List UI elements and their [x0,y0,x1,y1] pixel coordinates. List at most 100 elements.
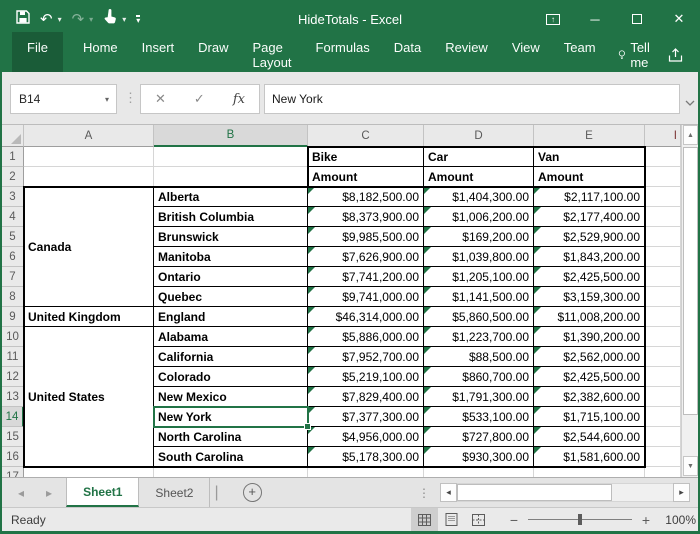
cell-I11[interactable] [645,347,681,367]
cell-B3[interactable]: Alberta [154,187,308,207]
vertical-scrollbar[interactable]: ▲ ▼ [681,125,698,477]
row-header-17[interactable]: 17 [2,467,24,477]
cell-I8[interactable] [645,287,681,307]
zoom-slider-handle[interactable] [578,514,582,525]
cell-B5[interactable]: Brunswick [154,227,308,247]
column-header-D[interactable]: D [424,125,534,147]
cell-A9[interactable]: United Kingdom [24,307,154,327]
cell-E15[interactable]: $2,544,600.00 [534,427,645,447]
cell-A10[interactable]: United States [24,327,154,467]
sheet-tab-sheet2[interactable]: Sheet2 [139,478,210,507]
save-icon[interactable] [16,10,30,29]
row-header-10[interactable]: 10 [2,327,24,347]
cell-B16[interactable]: South Carolina [154,447,308,467]
cell-A1[interactable] [24,147,154,167]
zoom-out-icon[interactable]: − [508,512,520,528]
cell-E11[interactable]: $2,562,000.00 [534,347,645,367]
column-header-C[interactable]: C [308,125,424,147]
touch-mode-icon[interactable] [103,9,117,29]
cell-E7[interactable]: $2,425,500.00 [534,267,645,287]
customize-qat-icon[interactable]: ▾ [136,15,140,23]
cell-I4[interactable] [645,207,681,227]
cell-E3[interactable]: $2,117,100.00 [534,187,645,207]
cell-C12[interactable]: $5,219,100.00 [308,367,424,387]
cell-B10[interactable]: Alabama [154,327,308,347]
cell-B6[interactable]: Manitoba [154,247,308,267]
cell-B13[interactable]: New Mexico [154,387,308,407]
cell-E9[interactable]: $11,008,200.00 [534,307,645,327]
cell-B9[interactable]: England [154,307,308,327]
cell-D11[interactable]: $88,500.00 [424,347,534,367]
row-header-9[interactable]: 9 [2,307,24,327]
cell-C9[interactable]: $46,314,000.00 [308,307,424,327]
cell-E17[interactable] [534,467,645,477]
scroll-left-icon[interactable]: ◂ [440,483,457,502]
cell-E8[interactable]: $3,159,300.00 [534,287,645,307]
cell-C11[interactable]: $7,952,700.00 [308,347,424,367]
row-header-3[interactable]: 3 [2,187,24,207]
cell-C15[interactable]: $4,956,000.00 [308,427,424,447]
cell-E16[interactable]: $1,581,600.00 [534,447,645,467]
cell-I6[interactable] [645,247,681,267]
name-box-caret-icon[interactable]: ▾ [105,95,109,104]
cell-D14[interactable]: $533,100.00 [424,407,534,427]
prev-sheet-icon[interactable]: ◂ [18,486,24,500]
row-header-14[interactable]: 14 [2,407,24,427]
name-box[interactable]: B14 ▾ [10,84,117,114]
cell-D5[interactable]: $169,200.00 [424,227,534,247]
cell-A17[interactable] [24,467,154,477]
formula-input[interactable]: New York [264,84,680,114]
cell-C7[interactable]: $7,741,200.00 [308,267,424,287]
cell-I13[interactable] [645,387,681,407]
column-header-I[interactable]: I [645,125,681,147]
share-button[interactable] [667,47,684,63]
insert-function-icon[interactable]: fx [233,92,245,107]
cell-C2[interactable]: Amount [308,167,424,187]
cell-B2[interactable] [154,167,308,187]
cell-C4[interactable]: $8,373,900.00 [308,207,424,227]
cell-E13[interactable]: $2,382,600.00 [534,387,645,407]
scroll-right-icon[interactable]: ▸ [673,483,690,502]
row-header-6[interactable]: 6 [2,247,24,267]
cell-B11[interactable]: California [154,347,308,367]
zoom-slider[interactable] [528,514,632,525]
cell-I10[interactable] [645,327,681,347]
next-sheet-icon[interactable]: ▸ [46,486,52,500]
row-header-8[interactable]: 8 [2,287,24,307]
cell-C6[interactable]: $7,626,900.00 [308,247,424,267]
cell-D3[interactable]: $1,404,300.00 [424,187,534,207]
cell-E4[interactable]: $2,177,400.00 [534,207,645,227]
cell-C8[interactable]: $9,741,000.00 [308,287,424,307]
row-header-7[interactable]: 7 [2,267,24,287]
cell-D7[interactable]: $1,205,100.00 [424,267,534,287]
cell-I12[interactable] [645,367,681,387]
cell-I16[interactable] [645,447,681,467]
horizontal-scrollbar-track[interactable] [457,483,673,502]
row-header-2[interactable]: 2 [2,167,24,187]
cell-I3[interactable] [645,187,681,207]
expand-formula-bar-icon[interactable] [685,93,695,111]
cell-B14[interactable]: New York [154,407,308,427]
cell-E12[interactable]: $2,425,500.00 [534,367,645,387]
cell-D6[interactable]: $1,039,800.00 [424,247,534,267]
cell-D2[interactable]: Amount [424,167,534,187]
cell-B1[interactable] [154,147,308,167]
cell-D17[interactable] [424,467,534,477]
column-header-B[interactable]: B [154,125,308,147]
cell-B12[interactable]: Colorado [154,367,308,387]
cell-D4[interactable]: $1,006,200.00 [424,207,534,227]
cell-B8[interactable]: Quebec [154,287,308,307]
cell-E10[interactable]: $1,390,200.00 [534,327,645,347]
cell-D8[interactable]: $1,141,500.00 [424,287,534,307]
cell-A2[interactable] [24,167,154,187]
column-header-A[interactable]: A [24,125,154,147]
cell-I9[interactable] [645,307,681,327]
cell-D1[interactable]: Car [424,147,534,167]
cell-E5[interactable]: $2,529,900.00 [534,227,645,247]
enter-icon[interactable]: ✓ [194,91,205,107]
scroll-down-icon[interactable]: ▼ [683,456,698,476]
cell-C13[interactable]: $7,829,400.00 [308,387,424,407]
row-header-15[interactable]: 15 [2,427,24,447]
cell-D16[interactable]: $930,300.00 [424,447,534,467]
row-header-4[interactable]: 4 [2,207,24,227]
